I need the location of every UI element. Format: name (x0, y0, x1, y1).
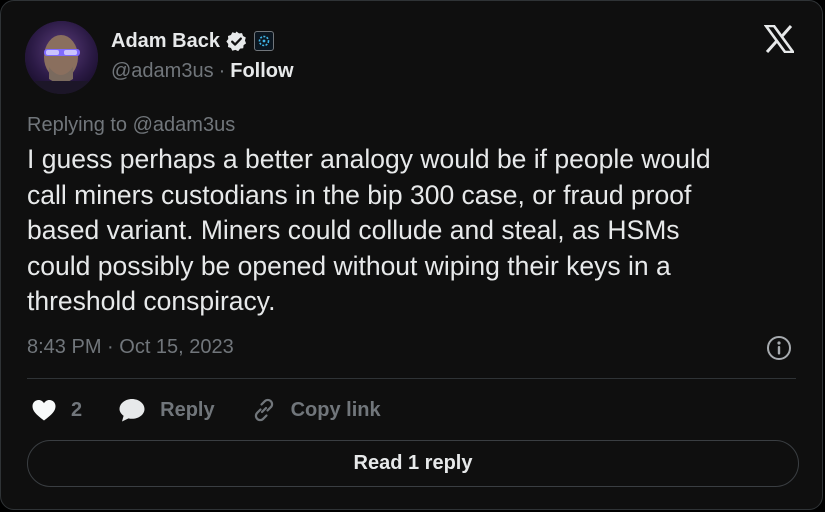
affiliate-badge-icon[interactable] (253, 31, 274, 51)
tweet-text: I guess perhaps a better analogy would b… (27, 144, 711, 316)
tweet-card: Adam Back @adam3us · Follow Replying to … (0, 0, 823, 510)
follow-button[interactable]: Follow (230, 59, 293, 83)
link-icon (254, 398, 273, 422)
handle-row: @adam3us · Follow (111, 59, 294, 83)
read-replies-button[interactable]: Read 1 reply (27, 440, 799, 487)
name-row: Adam Back (111, 29, 294, 53)
copy-link-label: Copy link (290, 398, 381, 421)
info-icon[interactable] (766, 335, 792, 361)
avatar[interactable] (25, 21, 98, 94)
author-block: Adam Back @adam3us · Follow (111, 29, 294, 83)
speech-bubble-icon (119, 399, 145, 422)
x-logo-icon[interactable] (763, 24, 796, 54)
reply-button[interactable]: Reply (118, 397, 215, 423)
copy-link-button[interactable]: Copy link (251, 397, 381, 423)
tweet-timestamp[interactable]: 8:43 PM · Oct 15, 2023 (27, 335, 234, 359)
action-bar: 2 Reply Copy link (31, 395, 417, 425)
avatar-image (25, 21, 98, 94)
heart-icon (32, 400, 56, 421)
reply-label: Reply (160, 398, 215, 421)
like-count: 2 (71, 398, 83, 421)
separator-dot: · (218, 60, 226, 82)
like-button[interactable]: 2 (31, 398, 82, 422)
replying-to-label: Replying to @adam3us (27, 114, 236, 136)
author-handle[interactable]: @adam3us (111, 59, 214, 83)
verified-badge-icon (225, 30, 248, 53)
author-name[interactable]: Adam Back (111, 29, 220, 53)
divider (27, 378, 796, 379)
